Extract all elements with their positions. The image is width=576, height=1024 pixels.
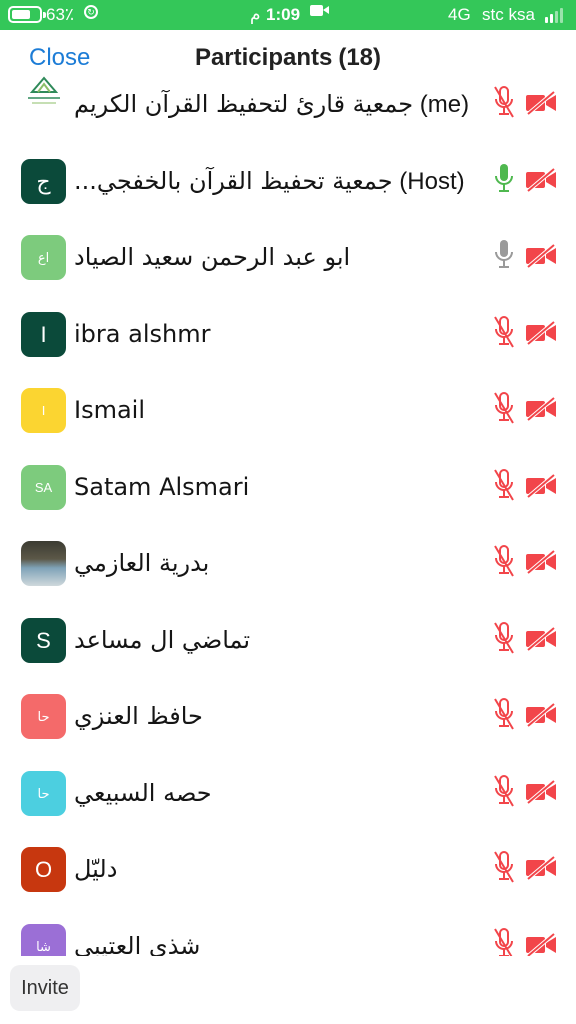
participant-name: دليّل (74, 855, 118, 883)
participant-row[interactable]: حا حصه السبيعي (0, 757, 576, 833)
title-text: Participants (194, 44, 333, 71)
video-off-icon[interactable] (525, 931, 557, 956)
participant-row[interactable]: اع ابو عبد الرحمن سعيد الصياد (0, 221, 576, 297)
participant-row[interactable]: S تماضي ال مساعد (0, 604, 576, 680)
participant-name: بدرية العازمي (74, 549, 210, 577)
participant-name: جمعية قارئ لتحفيظ القرآن الكريم (74, 90, 414, 118)
participant-name-line: دليّل (74, 855, 484, 884)
avatar: I (21, 311, 66, 357)
participant-name: شذى العتيبي (74, 931, 201, 957)
video-off-icon[interactable] (525, 472, 557, 499)
page-title: Participants (18) (0, 44, 576, 72)
avatar: حا (21, 694, 66, 739)
mic-muted-icon[interactable] (492, 773, 516, 809)
carrier-name: stc ksa (482, 5, 535, 24)
participant-name-line: شذى العتيبي (74, 932, 484, 957)
participant-role-tag: (Host) (399, 167, 465, 195)
participant-name: ibra alshmr (74, 319, 211, 348)
battery-percent: 63٪ (46, 5, 75, 24)
avatar: اع (21, 235, 66, 280)
clock-time: 1:09 (266, 5, 301, 24)
video-off-icon[interactable] (525, 243, 557, 269)
participant-name: ابو عبد الرحمن سعيد الصياد (74, 243, 351, 271)
participant-name-line: Satam Alsmari (74, 473, 484, 502)
mic-muted-icon[interactable] (492, 849, 516, 885)
video-off-icon[interactable] (525, 166, 557, 193)
participant-name: حافظ العنزي (74, 702, 203, 730)
participant-name-line: تماضي ال مساعد (74, 626, 484, 655)
video-off-icon[interactable] (525, 855, 557, 881)
avatar: حا (21, 770, 66, 816)
photo-avatar (21, 541, 66, 586)
participant-count: (18) (338, 44, 382, 71)
participant-row[interactable]: Iibra alshmr (0, 298, 576, 374)
participant-name-line: جمعية قارئ لتحفيظ القرآن الكريم (me) (74, 90, 484, 119)
avatar: SA (21, 464, 66, 510)
participant-row[interactable]: O دليّل (0, 833, 576, 909)
status-bar: 63٪ ↻ م 1:09 4G stc ksa (0, 0, 576, 30)
participant-name: Ismail (74, 396, 146, 424)
video-off-icon[interactable] (525, 702, 557, 728)
mic-icon[interactable] (492, 237, 516, 273)
participant-row[interactable]: بدرية العازمي (0, 527, 576, 603)
participant-role-tag: (me) (419, 91, 470, 118)
avatar: O (21, 847, 66, 892)
participant-name: تماضي ال مساعد (74, 625, 251, 654)
video-off-icon[interactable] (525, 396, 557, 422)
mic-muted-icon[interactable] (492, 467, 516, 503)
mic-active-icon[interactable] (492, 161, 516, 197)
video-off-icon[interactable] (525, 549, 557, 575)
rotation-lock-icon: ↻ (84, 5, 98, 19)
time-period: م (250, 5, 261, 24)
participant-name-line: ibra alshmr (74, 320, 484, 349)
participant-name-line: ابو عبد الرحمن سعيد الصياد (74, 243, 484, 272)
video-off-icon[interactable] (525, 625, 557, 652)
participant-row[interactable]: جمعية قارئ لتحفيظ القرآن الكريم (me) (0, 76, 576, 144)
mic-muted-icon[interactable] (492, 543, 516, 579)
organization-logo-avatar (24, 76, 64, 108)
participant-name-line: بدرية العازمي (74, 549, 484, 578)
participant-name-line: حافظ العنزي (74, 702, 484, 731)
participants-list[interactable]: جمعية قارئ لتحفيظ القرآن الكريم (me) ج جمع… (0, 76, 576, 956)
signal-strength-icon (545, 7, 567, 23)
avatar: شا (21, 923, 66, 956)
participant-row[interactable]: شا شذى العتيبي (0, 910, 576, 957)
participant-name-line: جمعية تحفيظ القرآن بالخفجي... (Host) (74, 167, 484, 196)
mic-muted-icon[interactable] (492, 620, 516, 656)
video-off-icon[interactable] (525, 90, 557, 116)
network-type: 4G (448, 5, 471, 24)
invite-button[interactable]: Invite (10, 965, 80, 1011)
mic-muted-icon[interactable] (492, 696, 516, 732)
battery-icon (8, 6, 46, 23)
participant-name-line: حصه السبيعي (74, 779, 484, 808)
mic-muted-icon[interactable] (492, 926, 516, 956)
participant-row[interactable]: حا حافظ العنزي (0, 680, 576, 756)
mic-muted-icon[interactable] (492, 314, 516, 350)
mic-muted-icon[interactable] (492, 84, 516, 120)
mic-muted-icon[interactable] (492, 390, 516, 426)
participant-name: حصه السبيعي (74, 778, 212, 807)
video-off-icon[interactable] (525, 778, 557, 805)
participant-name: جمعية تحفيظ القرآن بالخفجي... (74, 166, 393, 195)
avatar: ج (21, 158, 66, 204)
participant-name: Satam Alsmari (74, 472, 250, 501)
participant-row[interactable]: SA Satam Alsmari (0, 451, 576, 527)
camera-in-use-icon (310, 5, 323, 16)
participant-row[interactable]: ج جمعية تحفيظ القرآن بالخفجي... (Host) (0, 145, 576, 221)
participant-row[interactable]: I Ismail (0, 374, 576, 450)
avatar: S (21, 617, 66, 663)
participant-name-line: Ismail (74, 396, 484, 425)
video-off-icon[interactable] (525, 319, 557, 346)
avatar: I (21, 388, 66, 433)
